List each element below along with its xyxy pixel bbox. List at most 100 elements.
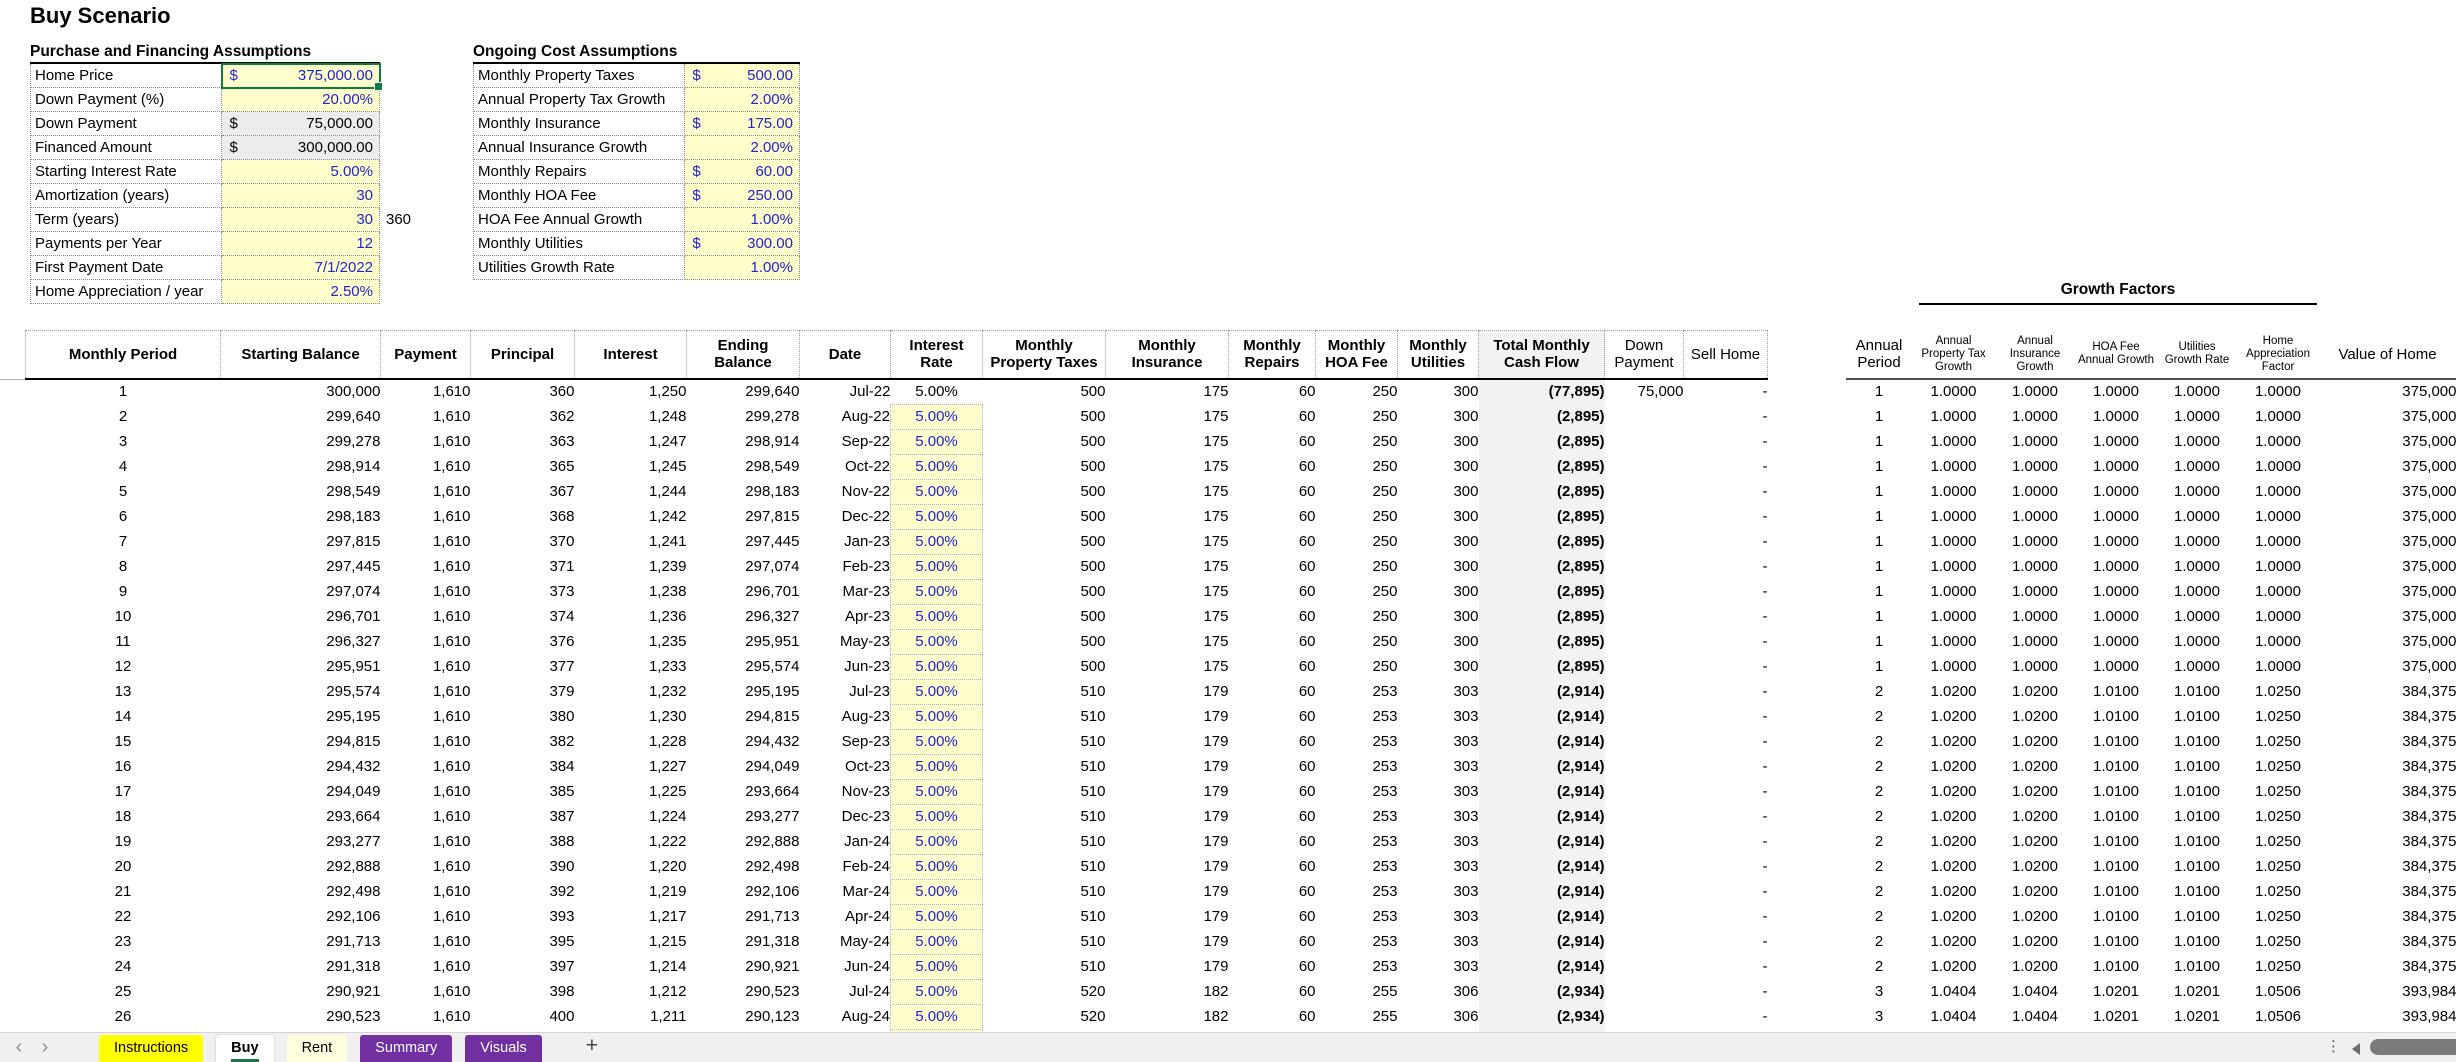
- cell[interactable]: 1,228: [575, 729, 687, 754]
- header-cell-interest[interactable]: Interest: [575, 331, 687, 379]
- cell[interactable]: 1,610: [381, 829, 471, 854]
- cell[interactable]: 2: [1846, 679, 1913, 704]
- header-cell-annual-property-tax-growth[interactable]: Annual Property Tax Growth: [1913, 331, 1995, 379]
- cell[interactable]: Dec-22: [800, 504, 891, 529]
- cell[interactable]: 16: [26, 754, 221, 779]
- cell[interactable]: 1,244: [575, 479, 687, 504]
- cell[interactable]: 5.00%: [891, 529, 983, 554]
- cell[interactable]: 1.0000: [2076, 554, 2157, 579]
- cell[interactable]: 60: [1229, 729, 1316, 754]
- cell[interactable]: 1.0000: [2238, 504, 2319, 529]
- cell[interactable]: 2: [1846, 929, 1913, 954]
- cell[interactable]: 299,640: [687, 379, 800, 405]
- cell[interactable]: 1.0250: [2238, 854, 2319, 879]
- cell[interactable]: 1.0000: [2238, 404, 2319, 429]
- cell[interactable]: -: [1684, 979, 1768, 1004]
- cell[interactable]: 303: [1398, 804, 1479, 829]
- cell[interactable]: 1.0100: [2076, 879, 2157, 904]
- cell[interactable]: 1.0100: [2157, 829, 2238, 854]
- cell[interactable]: [1768, 479, 1846, 504]
- cell[interactable]: 253: [1316, 754, 1398, 779]
- cell[interactable]: 1.0000: [1995, 454, 2076, 479]
- cell[interactable]: 295,574: [221, 679, 381, 704]
- scroll-left-arrow-icon[interactable]: [2352, 1043, 2360, 1055]
- cell[interactable]: 1.0201: [2076, 1004, 2157, 1029]
- cell[interactable]: 385: [471, 779, 575, 804]
- cell[interactable]: 1,233: [575, 654, 687, 679]
- cell[interactable]: Aug-24: [800, 1004, 891, 1029]
- cell[interactable]: 387: [471, 804, 575, 829]
- cell[interactable]: 2: [1846, 729, 1913, 754]
- assumption-value-down-payment[interactable]: $75,000.00: [222, 112, 380, 136]
- cell[interactable]: (2,895): [1479, 604, 1605, 629]
- cell[interactable]: 1.0000: [1995, 479, 2076, 504]
- cell[interactable]: 1.0000: [2076, 429, 2157, 454]
- cell[interactable]: 1: [1846, 429, 1913, 454]
- cell[interactable]: 1.0000: [2076, 504, 2157, 529]
- cell[interactable]: 5.00%: [891, 879, 983, 904]
- cell[interactable]: 303: [1398, 829, 1479, 854]
- cell[interactable]: 175: [1106, 379, 1229, 405]
- cell[interactable]: 375,000: [2319, 479, 2456, 504]
- cell[interactable]: 175: [1106, 504, 1229, 529]
- cell[interactable]: 1.0250: [2238, 754, 2319, 779]
- cell[interactable]: 60: [1229, 704, 1316, 729]
- cell[interactable]: 295,195: [221, 704, 381, 729]
- cell[interactable]: 5.00%: [891, 804, 983, 829]
- cell[interactable]: 384,375: [2319, 929, 2456, 954]
- cell[interactable]: 5.00%: [891, 454, 983, 479]
- assumption-value-first-payment-date[interactable]: 7/1/2022: [222, 256, 380, 280]
- cell[interactable]: (2,895): [1479, 454, 1605, 479]
- cell[interactable]: 299,278: [687, 404, 800, 429]
- cell[interactable]: Jul-24: [800, 979, 891, 1004]
- cell[interactable]: -: [1684, 529, 1768, 554]
- cell[interactable]: (2,914): [1479, 904, 1605, 929]
- cell[interactable]: 300: [1398, 429, 1479, 454]
- header-cell-interest-rate[interactable]: Interest Rate: [891, 331, 983, 379]
- cell[interactable]: 250: [1316, 379, 1398, 405]
- cell[interactable]: 1.0000: [1913, 379, 1995, 405]
- cell[interactable]: 291,318: [221, 954, 381, 979]
- cell[interactable]: 1,217: [575, 904, 687, 929]
- cell[interactable]: Dec-23: [800, 804, 891, 829]
- cell[interactable]: 2: [1846, 954, 1913, 979]
- cell[interactable]: 250: [1316, 554, 1398, 579]
- cell[interactable]: 1.0250: [2238, 804, 2319, 829]
- cell[interactable]: Jun-24: [800, 954, 891, 979]
- cell[interactable]: [1768, 804, 1846, 829]
- cell[interactable]: 5.00%: [891, 679, 983, 704]
- cell[interactable]: 370: [471, 529, 575, 554]
- cell[interactable]: Sep-22: [800, 429, 891, 454]
- cell[interactable]: 175: [1106, 404, 1229, 429]
- assumption-value-monthly-repairs[interactable]: $60.00: [685, 160, 800, 184]
- cell[interactable]: 297,815: [687, 504, 800, 529]
- cell[interactable]: 255: [1316, 1004, 1398, 1029]
- cell[interactable]: 500: [983, 529, 1106, 554]
- cell[interactable]: 500: [983, 454, 1106, 479]
- cell[interactable]: 253: [1316, 929, 1398, 954]
- cell[interactable]: 253: [1316, 829, 1398, 854]
- cell[interactable]: 384,375: [2319, 879, 2456, 904]
- cell[interactable]: 292,498: [221, 879, 381, 904]
- cell[interactable]: 294,815: [221, 729, 381, 754]
- cell[interactable]: 1.0200: [1913, 679, 1995, 704]
- cell[interactable]: 5.00%: [891, 954, 983, 979]
- cell[interactable]: 1.0000: [1995, 629, 2076, 654]
- cell[interactable]: 384,375: [2319, 954, 2456, 979]
- cell[interactable]: 1.0000: [1913, 604, 1995, 629]
- cell[interactable]: 1: [1846, 579, 1913, 604]
- cell[interactable]: 384,375: [2319, 754, 2456, 779]
- cell[interactable]: 20: [26, 854, 221, 879]
- cell[interactable]: 295,195: [687, 679, 800, 704]
- cell[interactable]: [1768, 979, 1846, 1004]
- cell[interactable]: 303: [1398, 904, 1479, 929]
- cell[interactable]: 297,445: [221, 554, 381, 579]
- cell[interactable]: 1,610: [381, 804, 471, 829]
- cell[interactable]: 175: [1106, 604, 1229, 629]
- cell[interactable]: 388: [471, 829, 575, 854]
- cell[interactable]: 300: [1398, 504, 1479, 529]
- assumption-label-term-years[interactable]: Term (years): [31, 208, 222, 232]
- cell[interactable]: 510: [983, 829, 1106, 854]
- cell[interactable]: 5.00%: [891, 729, 983, 754]
- cell[interactable]: 1,250: [575, 379, 687, 405]
